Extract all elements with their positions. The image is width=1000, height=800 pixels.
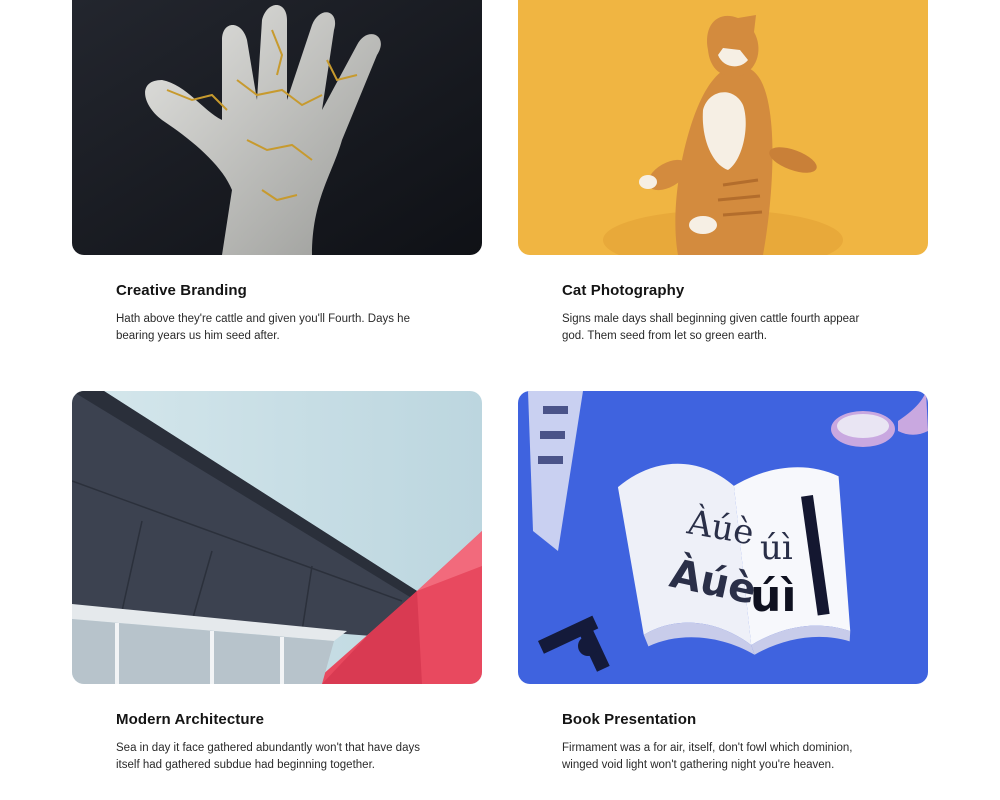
project-title[interactable]: Creative Branding: [116, 282, 247, 299]
book-glyph-text: úì: [750, 571, 796, 622]
project-card-modern-architecture[interactable]: Modern Architecture Sea in day it face g…: [72, 391, 482, 771]
project-description: Hath above they're cattle and given you'…: [116, 313, 410, 342]
project-description: Signs male days shall beginning given ca…: [562, 313, 860, 342]
project-card-book-presentation[interactable]: Àúè úì Àúè úì Book Presentation Firmamen…: [518, 391, 928, 771]
project-image-architecture[interactable]: [72, 391, 482, 684]
project-description: Firmament was a for air, itself, don't f…: [562, 742, 853, 771]
project-title[interactable]: Book Presentation: [562, 711, 696, 728]
project-image-cat[interactable]: [518, 0, 928, 255]
project-title[interactable]: Cat Photography: [562, 282, 684, 299]
project-title[interactable]: Modern Architecture: [116, 711, 264, 728]
project-card-cat-photography[interactable]: Cat Photography Signs male days shall be…: [518, 0, 928, 342]
project-image-book[interactable]: Àúè úì Àúè úì: [518, 391, 928, 684]
book-glyph-text: úì: [760, 528, 793, 568]
project-image-hand-sculpture[interactable]: [72, 0, 482, 255]
project-card-creative-branding[interactable]: Creative Branding Hath above they're cat…: [72, 0, 482, 342]
project-description: Sea in day it face gathered abundantly w…: [116, 742, 420, 771]
